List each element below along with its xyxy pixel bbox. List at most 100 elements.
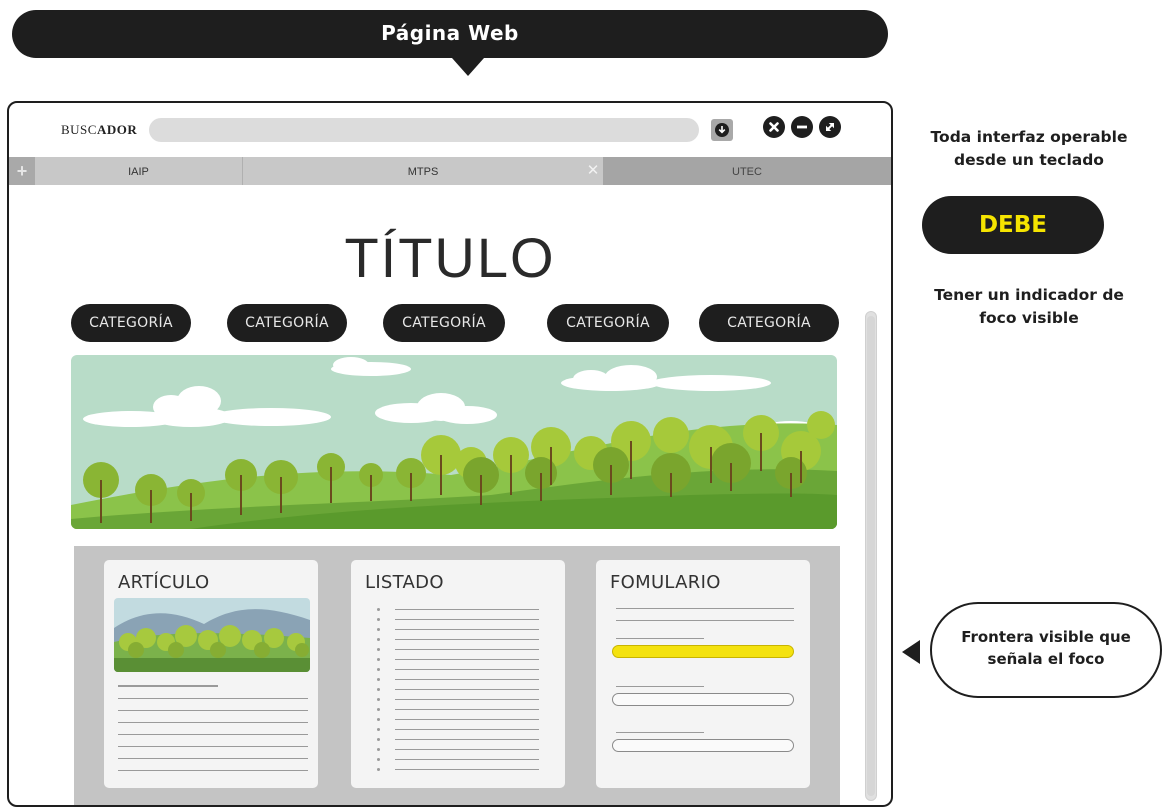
list-bullet	[377, 728, 380, 731]
tab-utec[interactable]: UTEC	[603, 157, 891, 185]
list-item-line	[395, 679, 539, 680]
category-button[interactable]: CATEGORÍA	[71, 304, 191, 342]
list-bullet	[377, 688, 380, 691]
callout-line: señala el foco	[987, 650, 1105, 668]
list-item-line	[395, 709, 539, 710]
list-bullet	[377, 668, 380, 671]
page-title-banner: Página Web	[12, 10, 888, 76]
new-tab-button[interactable]: +	[9, 157, 35, 185]
text-line	[118, 746, 308, 747]
list-item-line	[395, 719, 539, 720]
vertical-scrollbar[interactable]	[865, 311, 877, 801]
category-button[interactable]: CATEGORÍA	[699, 304, 839, 342]
list-bullet	[377, 768, 380, 771]
list-item-line	[395, 649, 539, 650]
page-heading: TÍTULO	[344, 226, 556, 289]
list-card[interactable]: LISTADO	[351, 560, 565, 788]
text-line	[118, 710, 308, 711]
list-bullet	[377, 658, 380, 661]
list-item-line	[395, 739, 539, 740]
must-badge: DEBE	[922, 196, 1104, 254]
card-title: LISTADO	[365, 572, 444, 593]
form-line	[616, 620, 794, 621]
list-bullet	[377, 708, 380, 711]
scrollbar-thumb[interactable]	[867, 316, 875, 796]
list-item-line	[395, 769, 539, 770]
list-bullet	[377, 638, 380, 641]
banner-pointer	[452, 58, 484, 76]
list-bullet	[377, 758, 380, 761]
tab-label: MTPS	[407, 166, 439, 178]
text-line	[118, 770, 308, 771]
category-button[interactable]: CATEGORÍA	[383, 304, 505, 342]
input-field[interactable]	[612, 739, 794, 752]
browser-window: BUSCADOR + IAIP MTPS ✕ UTEC TÍTULO CATEGO…	[7, 101, 893, 807]
close-window-icon[interactable]	[763, 116, 785, 138]
form-card[interactable]: FOMULARIO	[596, 560, 810, 788]
list-bullet	[377, 748, 380, 751]
tab-label: UTEC	[732, 166, 762, 178]
plus-icon: +	[16, 161, 28, 181]
list-bullet	[377, 618, 380, 621]
maximize-icon[interactable]	[819, 116, 841, 138]
list-item-line	[395, 619, 539, 620]
requirement-line: foco visible	[979, 309, 1079, 327]
callout-text: Frontera visible que señala el foco	[932, 626, 1160, 670]
list-bullet	[377, 608, 380, 611]
field-label-line	[616, 638, 704, 639]
callout-line: Frontera visible que	[961, 628, 1131, 646]
minimize-icon[interactable]	[791, 116, 813, 138]
content-section: ARTÍCULO LISTADO FOMULARIO	[74, 546, 840, 805]
list-item-line	[395, 609, 539, 610]
list-bullet	[377, 678, 380, 681]
download-icon	[715, 123, 729, 137]
focus-callout: Frontera visible que señala el foco	[930, 602, 1162, 698]
list-bullet	[377, 648, 380, 651]
text-line	[118, 685, 218, 687]
callout-pointer	[902, 640, 920, 664]
text-line	[118, 734, 308, 735]
list-item-line	[395, 699, 539, 700]
input-field[interactable]	[612, 693, 794, 706]
focused-input-field[interactable]	[612, 645, 794, 658]
list-item-line	[395, 669, 539, 670]
brand-prefix: BUSC	[61, 122, 97, 137]
browser-brand: BUSCADOR	[61, 122, 137, 138]
list-bullet	[377, 738, 380, 741]
text-line	[118, 758, 308, 759]
category-button[interactable]: CATEGORÍA	[547, 304, 669, 342]
requirement-line: desde un teclado	[954, 151, 1104, 169]
brand-suffix: ADOR	[96, 122, 138, 137]
list-item-line	[395, 729, 539, 730]
text-line	[118, 698, 308, 699]
list-item-line	[395, 749, 539, 750]
list-bullet	[377, 698, 380, 701]
form-line	[616, 608, 794, 609]
tab-label: IAIP	[128, 166, 149, 178]
article-image	[114, 598, 310, 672]
banner-title: Página Web	[381, 21, 519, 45]
text-line	[118, 722, 308, 723]
field-label-line	[616, 732, 704, 733]
article-card[interactable]: ARTÍCULO	[104, 560, 318, 788]
card-title: ARTÍCULO	[118, 572, 210, 593]
requirement-line: Toda interfaz operable	[930, 128, 1128, 146]
list-bullet	[377, 628, 380, 631]
tab-iaip[interactable]: IAIP	[35, 157, 243, 185]
search-input[interactable]	[149, 118, 699, 142]
close-tab-icon[interactable]: ✕	[585, 157, 601, 185]
download-button[interactable]	[711, 119, 733, 141]
list-item-line	[395, 639, 539, 640]
hero-image	[71, 355, 837, 529]
field-label-line	[616, 686, 704, 687]
category-button[interactable]: CATEGORÍA	[227, 304, 347, 342]
address-bar: BUSCADOR	[9, 103, 891, 157]
tab-mtps[interactable]: MTPS ✕	[243, 157, 603, 185]
list-item-line	[395, 689, 539, 690]
list-item-line	[395, 759, 539, 760]
tab-bar: + IAIP MTPS ✕ UTEC	[9, 157, 891, 185]
requirement-text: Tener un indicador de foco visible	[894, 284, 1164, 330]
requirement-line: Tener un indicador de	[934, 286, 1124, 304]
list-bullet	[377, 718, 380, 721]
card-title: FOMULARIO	[610, 572, 721, 593]
